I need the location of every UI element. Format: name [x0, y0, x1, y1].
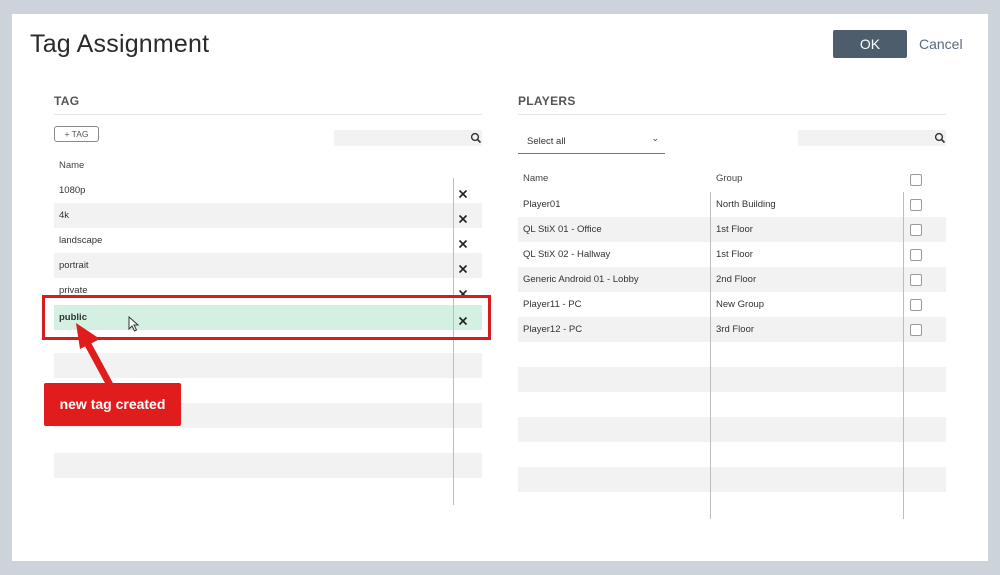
empty-row	[518, 367, 946, 392]
chevron-down-icon: ⌄	[651, 133, 659, 143]
player-checkbox[interactable]	[910, 199, 922, 211]
empty-row	[54, 453, 482, 478]
players-section-header: PLAYERS	[518, 94, 576, 108]
tag-column-name: Name	[59, 160, 85, 171]
player-checkbox[interactable]	[910, 324, 922, 336]
new-tag-callout: new tag created	[44, 383, 181, 426]
players-group-check-divider	[903, 192, 904, 519]
tag-name: 1080p	[59, 185, 86, 196]
tag-column-divider	[453, 178, 454, 505]
player-row[interactable]: Generic Android 01 - Lobby 2nd Floor	[518, 267, 946, 292]
player-name: Player11 - PC	[523, 299, 582, 310]
player-group: 1st Floor	[716, 249, 753, 260]
player-row[interactable]: QL StiX 01 - Office 1st Floor	[518, 217, 946, 242]
empty-row	[518, 467, 946, 492]
empty-row	[54, 478, 482, 503]
player-checkbox[interactable]	[910, 224, 922, 236]
empty-row	[518, 442, 946, 467]
player-checkbox[interactable]	[910, 299, 922, 311]
empty-row	[518, 342, 946, 367]
delete-tag-icon[interactable]	[458, 261, 468, 274]
player-row[interactable]: Player01 North Building	[518, 192, 946, 217]
tag-search-input[interactable]	[334, 130, 482, 146]
player-name: QL StiX 02 - Hallway	[523, 249, 611, 260]
empty-row	[54, 428, 482, 453]
tag-row[interactable]: 1080p	[54, 178, 482, 203]
empty-row	[518, 492, 946, 517]
player-row[interactable]: Player11 - PC New Group	[518, 292, 946, 317]
select-all-checkbox[interactable]	[910, 174, 922, 186]
tag-row[interactable]: portrait	[54, 253, 482, 278]
players-divider	[518, 114, 946, 115]
players-column-name: Name	[523, 173, 549, 184]
select-all-dropdown[interactable]: Select all ⌄	[518, 131, 665, 154]
cancel-button[interactable]: Cancel	[919, 30, 963, 58]
player-name: Player12 - PC	[523, 324, 583, 335]
player-group: New Group	[716, 299, 765, 310]
players-search-input[interactable]	[798, 130, 946, 146]
tag-assignment-dialog: Tag Assignment OK Cancel TAG + TAG Name …	[12, 14, 988, 561]
tag-divider	[54, 114, 482, 115]
empty-row	[518, 417, 946, 442]
ok-button[interactable]: OK	[833, 30, 907, 58]
players-name-group-divider	[710, 192, 711, 519]
tag-row[interactable]: 4k	[54, 203, 482, 228]
dialog-title: Tag Assignment	[30, 30, 210, 58]
delete-tag-icon[interactable]	[458, 211, 468, 224]
player-name: Player01	[523, 199, 561, 210]
players-column-group: Group	[716, 173, 743, 184]
select-all-label: Select all	[527, 136, 566, 147]
player-name: QL StiX 01 - Office	[523, 224, 602, 235]
search-icon[interactable]	[934, 132, 946, 144]
player-group: 1st Floor	[716, 224, 753, 235]
player-row[interactable]: QL StiX 02 - Hallway 1st Floor	[518, 242, 946, 267]
player-group: North Building	[716, 199, 776, 210]
delete-tag-icon[interactable]	[458, 186, 468, 199]
add-tag-button[interactable]: + TAG	[54, 126, 99, 142]
player-checkbox[interactable]	[910, 249, 922, 261]
tag-name: portrait	[59, 260, 89, 271]
delete-tag-icon[interactable]	[458, 236, 468, 249]
tag-section-header: TAG	[54, 94, 80, 108]
player-name: Generic Android 01 - Lobby	[523, 274, 639, 285]
tag-name: 4k	[59, 210, 70, 221]
tag-name: landscape	[59, 235, 103, 246]
player-group: 3rd Floor	[716, 324, 755, 335]
tag-row[interactable]: landscape	[54, 228, 482, 253]
mouse-cursor-icon	[128, 316, 140, 332]
search-icon[interactable]	[470, 132, 482, 144]
player-group: 2nd Floor	[716, 274, 757, 285]
empty-row	[518, 392, 946, 417]
player-checkbox[interactable]	[910, 274, 922, 286]
player-row[interactable]: Player12 - PC 3rd Floor	[518, 317, 946, 342]
